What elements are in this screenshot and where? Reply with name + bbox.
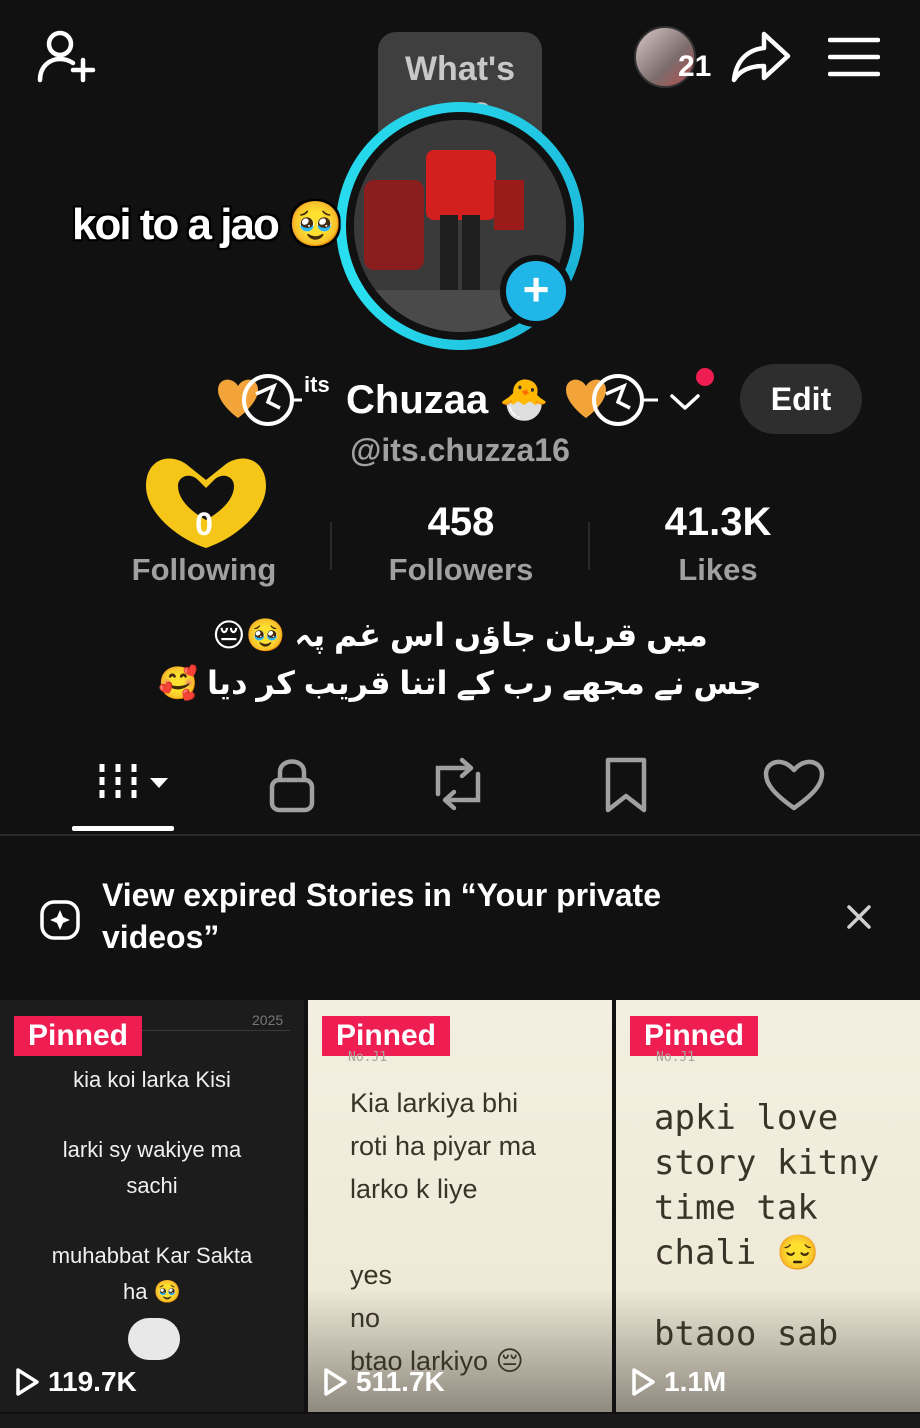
likes-label: Likes [678, 552, 758, 587]
banner-text: View expired Stories in “Your private vi… [102, 877, 661, 955]
video-thumbnail[interactable]: Pinned No.J1 Kia larkiya bhi roti ha piy… [308, 1000, 612, 1412]
story-sticker-label: koi to a jao [72, 200, 280, 249]
display-name: Chuzaa 🐣 [346, 376, 549, 423]
story-icon [40, 900, 80, 940]
play-icon [16, 1368, 39, 1396]
thumbnail-line: yes [350, 1260, 393, 1290]
bio-line-1: میں قربان جاؤں اس غم پہ 🥹😔 [212, 617, 708, 653]
likes-count: 41.3K [664, 500, 772, 544]
thumbnail-line: roti ha piyar ma [350, 1131, 537, 1161]
thumbnail-line: Kia larkiya bhi [350, 1088, 519, 1118]
video-thumbnail-next-row[interactable] [0, 1414, 920, 1428]
thumbnail-line: chali 😔 [654, 1233, 820, 1273]
thumbnail-text: kia koi larka Kisi larki sy wakiye ma sa… [0, 1062, 304, 1310]
profile-tabs [0, 740, 920, 836]
stat-divider [588, 522, 590, 570]
thumbnail-line: larko k liye [350, 1174, 478, 1204]
stat-likes[interactable]: 41.3K Likes [598, 500, 838, 588]
thought-bubble-icon [128, 1318, 180, 1360]
view-count: 511.7K [322, 1366, 445, 1398]
lock-icon[interactable] [252, 754, 332, 814]
thumbnail-year: 2025 [252, 1012, 284, 1028]
thumbnail-line: sachi [126, 1173, 178, 1198]
story-sticker-text: koi to a jao 🥹 [72, 198, 343, 250]
videos-grid-icon[interactable] [96, 754, 176, 814]
view-count: 1.1M [630, 1366, 726, 1398]
notification-dot [696, 368, 714, 386]
view-count-value: 511.7K [356, 1366, 445, 1397]
display-name-text: Chuzaa [346, 378, 489, 422]
view-count-value: 119.7K [48, 1366, 137, 1397]
thumbnail-tag: No.J1 [348, 1050, 388, 1065]
following-count: 0 [195, 506, 213, 542]
view-count: 119.7K [14, 1366, 137, 1398]
add-story-button[interactable]: + [500, 255, 572, 327]
active-tab-indicator [72, 826, 174, 831]
followers-label: Followers [388, 552, 534, 587]
video-thumbnail[interactable]: Pinned No.J1 apki love story kitny time … [616, 1000, 920, 1412]
display-name-emoji: 🐣 [499, 378, 550, 422]
bookmark-icon[interactable] [586, 754, 666, 814]
play-icon [324, 1368, 347, 1396]
view-count-value: 1.1M [664, 1366, 727, 1397]
stat-following[interactable]: 0 Following [84, 500, 324, 588]
thumbnail-text: Kia larkiya bhi roti ha piyar ma larko k… [350, 1082, 536, 1383]
thumbnail-line: apki love [654, 1098, 839, 1138]
thumbnail-line: btaoo sab [654, 1314, 839, 1354]
close-icon[interactable] [844, 902, 874, 932]
thumbnail-line: time tak [654, 1188, 818, 1228]
name-prefix: its [304, 372, 330, 397]
video-thumbnail[interactable]: 2025 Pinned kia koi larka Kisi larki sy … [0, 1000, 304, 1412]
play-icon [632, 1368, 655, 1396]
share-icon[interactable] [730, 30, 792, 84]
stat-followers[interactable]: 458 Followers [341, 500, 581, 588]
edit-profile-button[interactable]: Edit [740, 364, 862, 434]
followers-count: 458 [427, 500, 495, 544]
name-decoration-left [210, 372, 302, 428]
account-switch-chevron-icon[interactable] [668, 386, 702, 416]
heart-icon[interactable] [754, 754, 834, 814]
thumbnail-line: kia koi larka Kisi [73, 1067, 231, 1092]
story-sticker-emoji: 🥹 [288, 200, 343, 249]
thumbnail-line: larki sy wakiye ma [62, 1137, 242, 1162]
repost-icon[interactable] [418, 754, 498, 814]
thumbnail-line: muhabbat Kar Sakta [51, 1243, 253, 1268]
thumbnail-line: no [350, 1303, 381, 1333]
stat-divider [330, 522, 332, 570]
edit-profile-label: Edit [770, 381, 832, 417]
name-decoration-right [562, 372, 662, 428]
visitors-count: 21 [678, 50, 712, 83]
menu-icon[interactable] [828, 36, 880, 78]
thumbnail-line: ha 🥹 [123, 1279, 181, 1304]
add-user-icon[interactable] [36, 28, 98, 84]
thumbnail-tag: No.J1 [656, 1050, 696, 1065]
following-label: Following [131, 552, 277, 587]
thumbnail-line: story kitny [654, 1143, 880, 1183]
pinned-badge: Pinned [14, 1016, 143, 1056]
bio-line-2: جس نے مجھے رب کے اتنا قریب کر دیا 🥰 [158, 665, 762, 701]
thumbnail-text: apki love story kitny time tak chali 😔 b… [654, 1096, 879, 1357]
